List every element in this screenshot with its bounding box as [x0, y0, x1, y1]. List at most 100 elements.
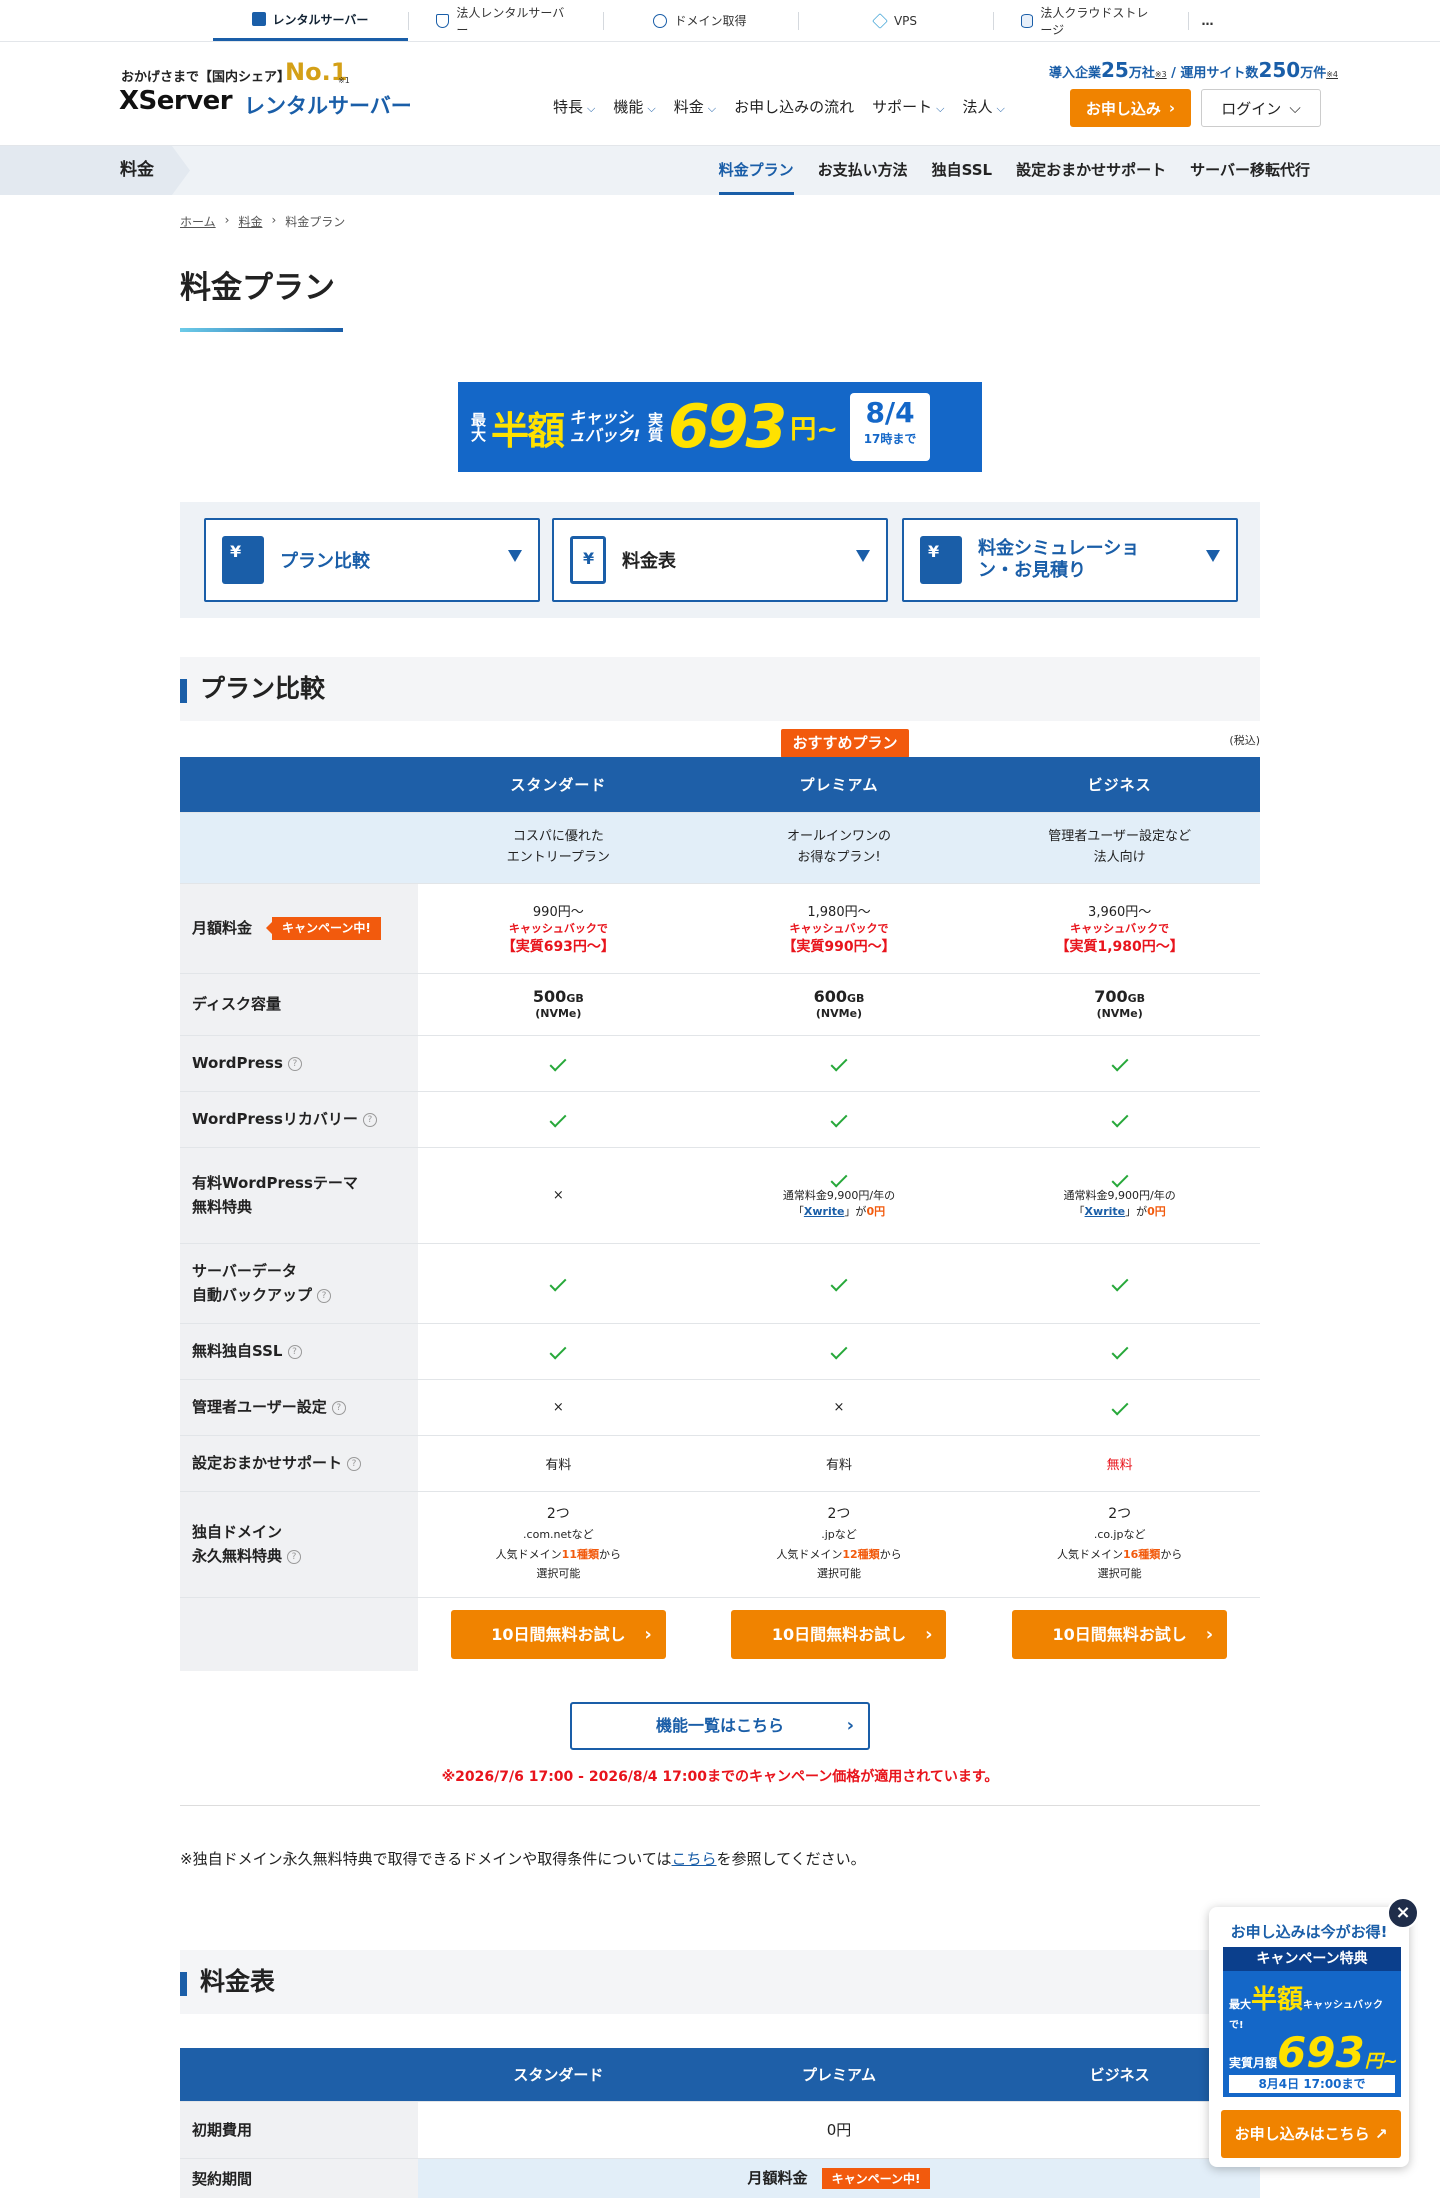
- plan-compare-table: スタンダード プレミアム ビジネス コスパに優れた エントリープラン オールインワ…: [180, 757, 1260, 1671]
- login-button[interactable]: ログイン ⌵: [1201, 89, 1321, 127]
- chevron-right-icon: ›: [1168, 99, 1176, 117]
- page-title: 料金プラン: [180, 270, 335, 306]
- subnav-pricing-plans[interactable]: 料金プラン: [718, 146, 794, 195]
- shield-icon: [435, 13, 450, 28]
- subnav-payment[interactable]: お支払い方法: [818, 146, 908, 195]
- check-icon: [549, 1342, 567, 1359]
- help-icon[interactable]: ?: [287, 1056, 302, 1071]
- campaign-badge: キャンペーン中!: [266, 916, 381, 941]
- table-row-trial: 10日間無料お試し 10日間無料お試し 10日間無料お試し: [180, 1596, 1260, 1671]
- floating-title: お申し込みは今がお得!: [1230, 1923, 1388, 1941]
- external-link-icon: ↗: [1374, 2125, 1388, 2143]
- server-icon: [251, 12, 266, 26]
- chevron-down-icon: ⌵: [1289, 99, 1301, 117]
- triangle-down-icon: [1206, 550, 1220, 562]
- help-icon[interactable]: ?: [287, 1344, 302, 1359]
- help-icon[interactable]: ?: [347, 1456, 362, 1471]
- domain-note: ※独自ドメイン永久無料特典で取得できるドメインや取得条件についてはこちらを参照し…: [180, 1850, 866, 1868]
- topbar-item-vps[interactable]: VPS: [797, 0, 993, 41]
- logo-tagline: おかげさまで【国内シェア】: [121, 70, 291, 85]
- tab-price-table[interactable]: 料金表: [552, 518, 888, 602]
- topbar-item-corporate-server[interactable]: 法人レンタルサーバー: [407, 0, 603, 41]
- section-subnav: 料金 料金プラン お支払い方法 独自SSL 設定おまかせサポート サーバー移転代…: [0, 146, 1440, 195]
- check-icon: [830, 1054, 848, 1071]
- check-icon: [1111, 1054, 1129, 1071]
- chevron-right-icon: ›: [224, 213, 230, 227]
- table-row-monthly: 月額料金 キャンペーン中! 990円〜 キャッシュバックで 【実質693円〜】 1,9…: [180, 882, 1260, 973]
- nav-corporate[interactable]: 法人 ⌵: [962, 96, 1004, 117]
- subnav-migration[interactable]: サーバー移転代行: [1190, 146, 1310, 195]
- plan-header-standard: スタンダード: [418, 757, 699, 812]
- floating-campaign-widget[interactable]: × お申し込みは今がお得! キャンペーン特典 最大半額キャッシュバックで! 実質…: [1209, 1897, 1419, 2167]
- nav-features[interactable]: 特長 ⌵: [553, 96, 595, 117]
- chevron-down-icon: ⌵: [996, 102, 1005, 115]
- check-icon: [830, 1342, 848, 1359]
- check-icon: [830, 1170, 848, 1187]
- plan-desc-row: コスパに優れた エントリープラン オールインワンの お得なプラン! 管理者ユーザー設…: [180, 811, 1260, 883]
- database-icon: [1020, 13, 1034, 28]
- company-stats: 導入企業25万社※3 / 運用サイト数250万件※4: [1048, 58, 1338, 82]
- globe-icon: [653, 13, 668, 28]
- help-icon[interactable]: ?: [362, 1112, 377, 1127]
- price-table-heading: 料金表: [180, 1950, 1260, 2014]
- topbar-item-domain[interactable]: ドメイン取得: [602, 0, 798, 41]
- campaign-banner[interactable]: 最大 半額 キャッシュバック! 実質 693 円~ 8/4 17時まで: [458, 382, 982, 472]
- nav-support[interactable]: サポート ⌵: [872, 96, 944, 117]
- check-icon: [830, 1274, 848, 1291]
- trial-button-premium[interactable]: 10日間無料お試し: [731, 1609, 947, 1659]
- divider: [180, 1805, 1260, 1806]
- check-icon: [1111, 1170, 1129, 1187]
- subnav-setup-support[interactable]: 設定おまかせサポート: [1016, 146, 1166, 195]
- tab-simulation[interactable]: 料金シミュレーション・お見積り: [902, 518, 1238, 602]
- topbar-more-button[interactable]: …: [1187, 0, 1228, 41]
- tax-note: (税込): [1229, 734, 1260, 747]
- xwrite-link[interactable]: Xwrite: [804, 1205, 845, 1218]
- logo-note: ※1: [338, 76, 350, 85]
- chevron-down-icon: ⌵: [587, 102, 596, 115]
- section-label: 料金: [0, 146, 190, 195]
- campaign-badge: キャンペーン中!: [821, 2168, 931, 2190]
- domain-conditions-link[interactable]: こちら: [672, 1850, 717, 1868]
- campaign-period-note: ※2026/7/6 17:00 - 2026/8/4 17:00までのキャンペー…: [441, 1769, 999, 1785]
- title-underline: [180, 328, 343, 332]
- logo-sub[interactable]: レンタルサーバー: [244, 90, 412, 120]
- clipboard-yen-icon: [570, 536, 606, 584]
- apply-button[interactable]: お申し込み ›: [1070, 89, 1191, 127]
- check-icon: [1111, 1274, 1129, 1291]
- breadcrumb-current: 料金プラン: [285, 215, 346, 229]
- table-row-wp-recovery: WordPressリカバリー?: [180, 1090, 1260, 1147]
- xwrite-link[interactable]: Xwrite: [1085, 1205, 1126, 1218]
- chevron-down-icon: ⌵: [707, 102, 717, 115]
- breadcrumb-pricing[interactable]: 料金: [238, 213, 262, 230]
- nav-pricing[interactable]: 料金 ⌵: [674, 96, 716, 117]
- help-icon[interactable]: ?: [287, 1549, 302, 1564]
- trial-button-standard[interactable]: 10日間無料お試し: [450, 1609, 666, 1659]
- chevron-right-icon: ›: [271, 213, 277, 227]
- tab-plan-compare[interactable]: プラン比較: [204, 518, 540, 602]
- help-icon[interactable]: ?: [331, 1400, 346, 1415]
- triangle-down-icon: [508, 550, 522, 562]
- chevron-down-icon: ⌵: [936, 102, 945, 115]
- floating-banner[interactable]: キャンペーン特典 最大半額キャッシュバックで! 実質月額693円~ 8月4日 1…: [1223, 1947, 1401, 2097]
- subnav-ssl[interactable]: 独自SSL: [932, 146, 993, 195]
- table-row-backup: サーバーデータ 自動バックアップ?: [180, 1242, 1260, 1323]
- feature-list-button[interactable]: 機能一覧はこちら: [570, 1702, 870, 1750]
- logo[interactable]: XServer: [119, 86, 233, 116]
- topbar-item-cloud-storage[interactable]: 法人クラウドストレージ: [992, 0, 1188, 41]
- site-header: おかげさまで【国内シェア】 No.1 ※1 XServer レンタルサーバー 導…: [0, 42, 1440, 146]
- calculator-yen-icon: [222, 536, 264, 584]
- check-icon: [549, 1054, 567, 1071]
- table-row-wordpress: WordPress?: [180, 1034, 1260, 1091]
- breadcrumb: ホーム › 料金 › 料金プラン: [180, 213, 345, 230]
- nav-flow[interactable]: お申し込みの流れ: [734, 96, 854, 117]
- table-row-ssl: 無料独自SSL?: [180, 1322, 1260, 1379]
- table-row-wp-theme: 有料WordPressテーマ 無料特典 × 通常料金9,900円/年の 「Xwrit…: [180, 1146, 1260, 1243]
- trial-button-business[interactable]: 10日間無料お試し: [1012, 1609, 1228, 1659]
- floating-apply-button[interactable]: お申し込みはこちら ↗: [1221, 2110, 1401, 2158]
- banner-deadline: 8/4 17時まで: [850, 393, 931, 461]
- topbar-item-rental-server[interactable]: レンタルサーバー: [212, 0, 408, 41]
- breadcrumb-home[interactable]: ホーム: [180, 213, 216, 230]
- nav-functions[interactable]: 機能 ⌵: [613, 96, 655, 117]
- table-row-monthly-header: 契約期間 月額料金 キャンペーン中!: [180, 2157, 1260, 2198]
- help-icon[interactable]: ?: [317, 1288, 332, 1303]
